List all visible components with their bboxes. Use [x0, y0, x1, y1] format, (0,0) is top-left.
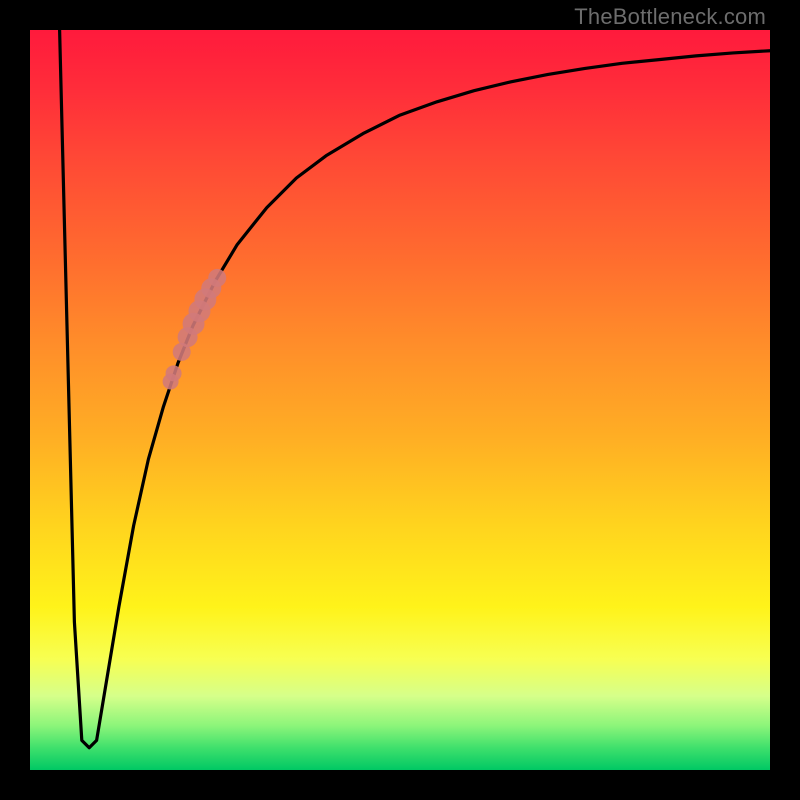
chart-container: TheBottleneck.com — [0, 0, 800, 800]
curve-markers — [163, 269, 227, 390]
bottleneck-curve — [60, 30, 770, 748]
chart-svg — [30, 30, 770, 770]
curve-marker — [166, 365, 182, 381]
curve-marker — [208, 269, 226, 287]
plot-area — [30, 30, 770, 770]
watermark-text: TheBottleneck.com — [574, 4, 766, 30]
